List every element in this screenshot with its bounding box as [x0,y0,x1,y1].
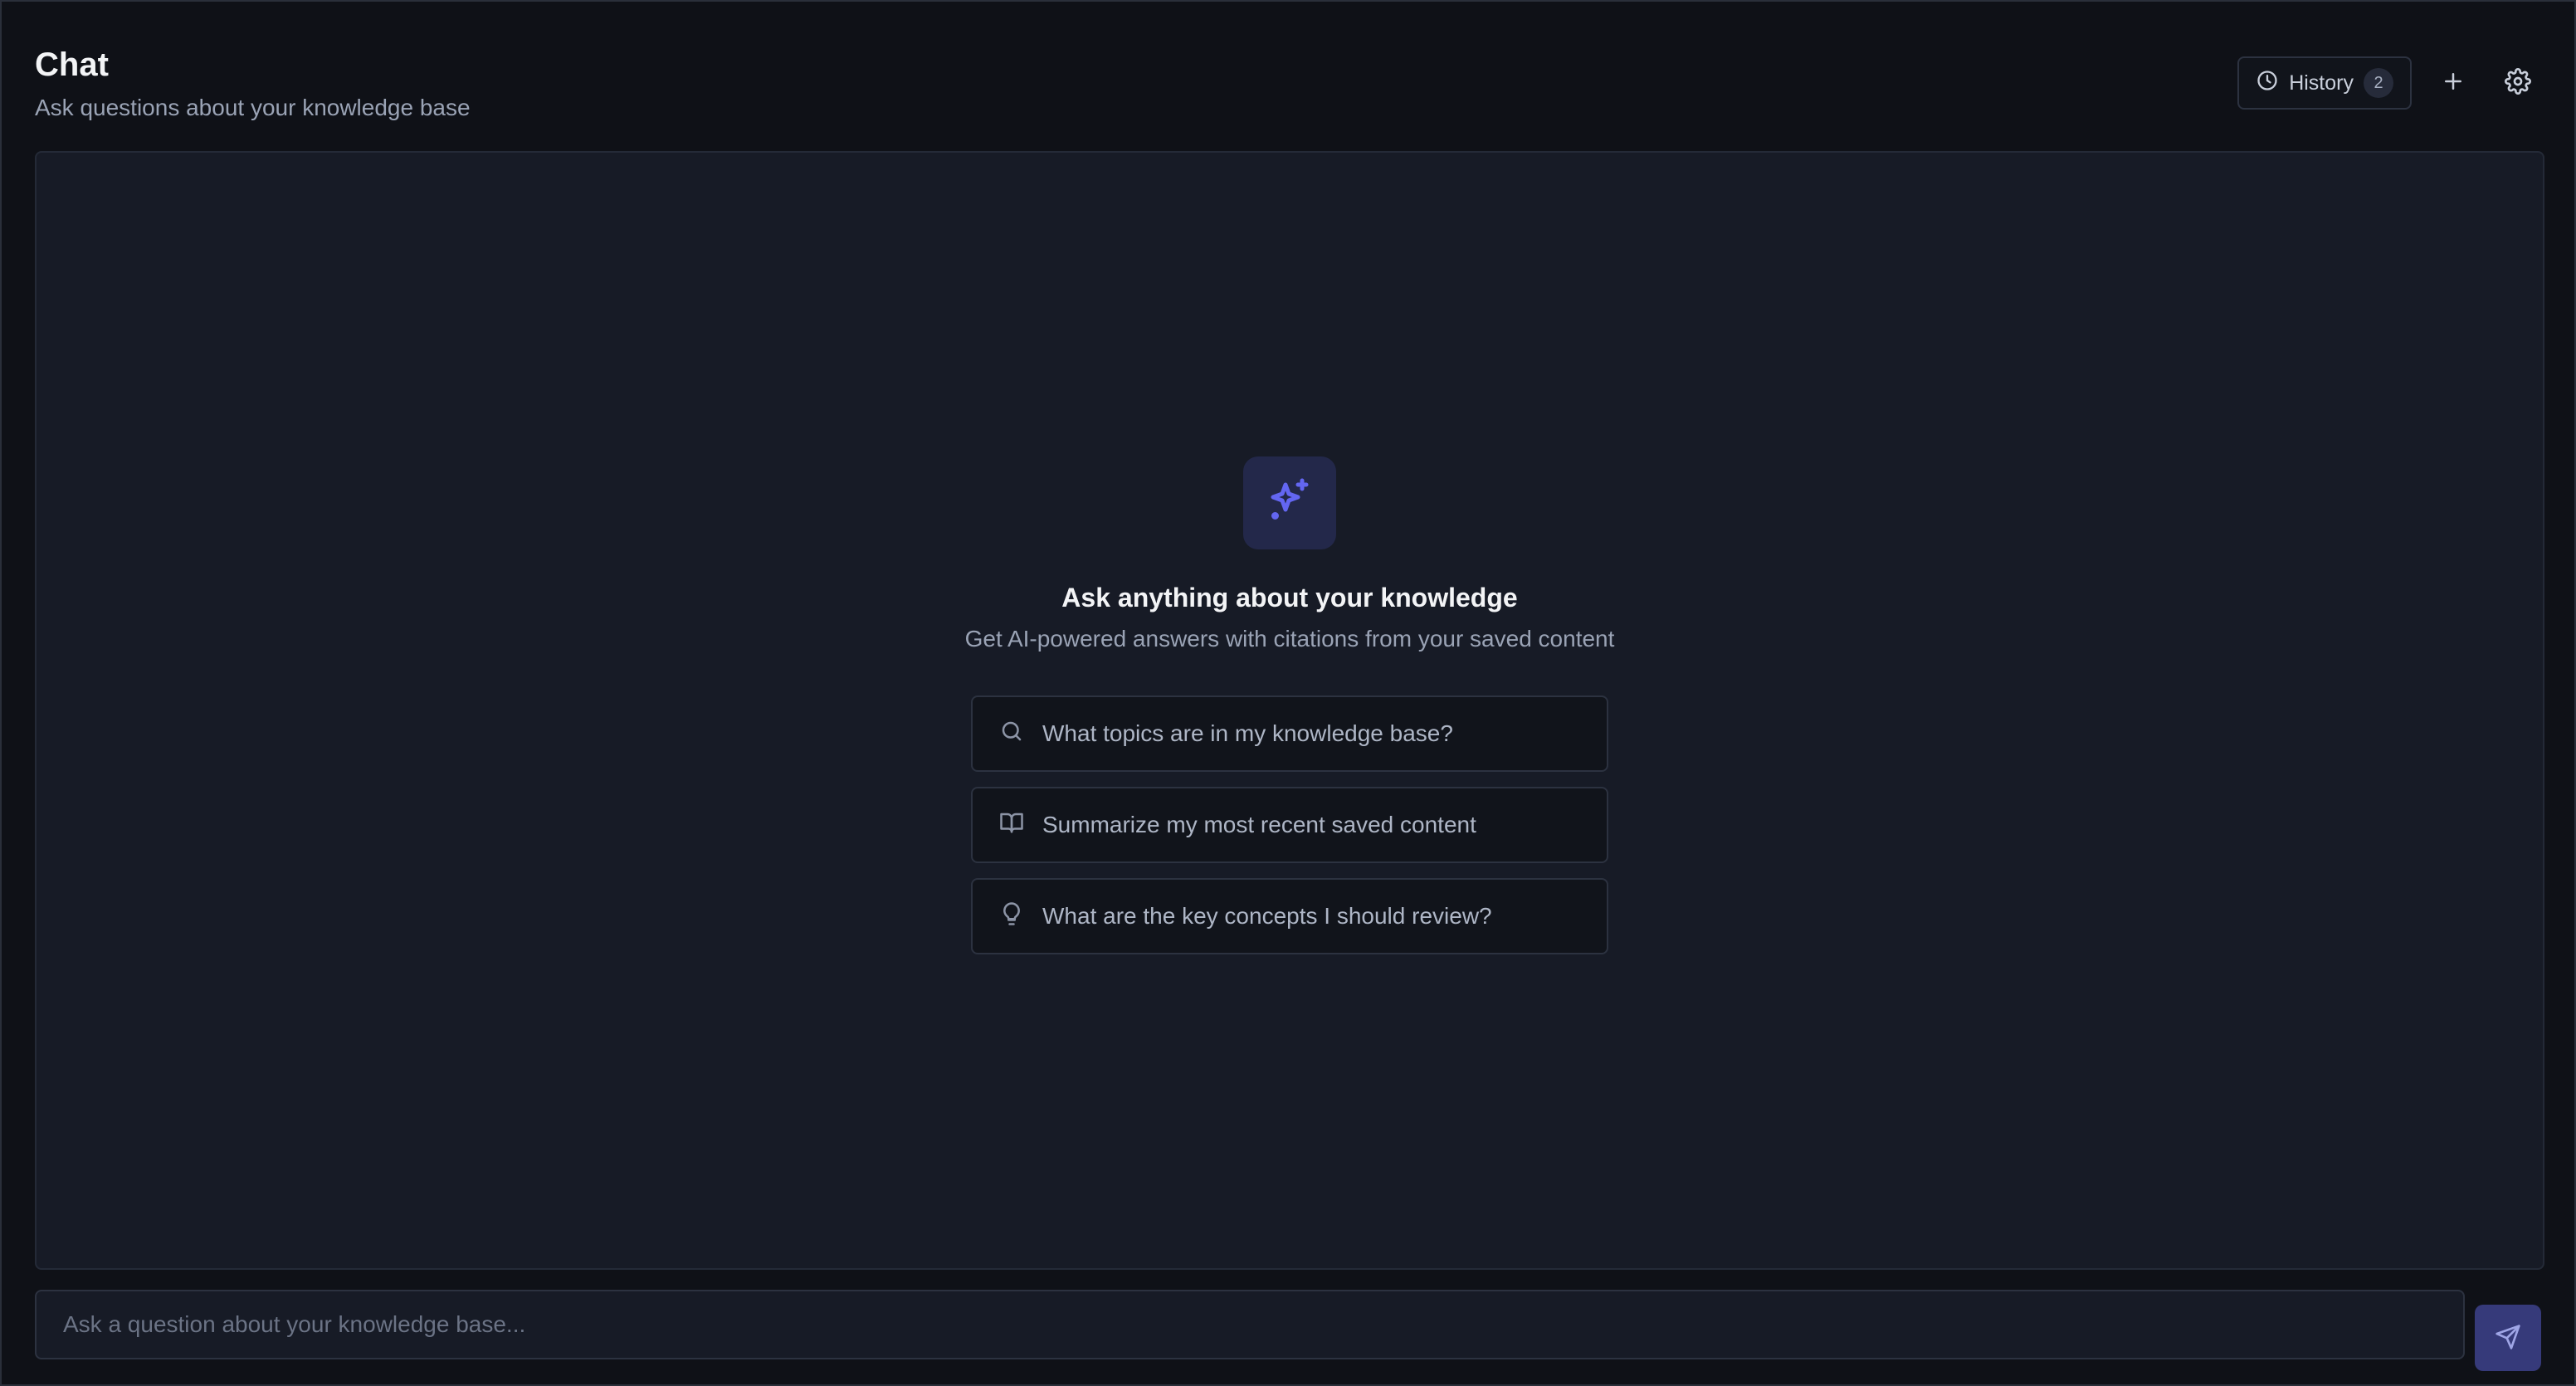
chat-messages-panel: Ask anything about your knowledge Get AI… [35,151,2544,1270]
history-button[interactable]: History 2 [2237,56,2412,110]
clock-icon [2256,69,2279,98]
suggestion-button-concepts[interactable]: What are the key concepts I should revie… [971,878,1608,954]
chat-app: Chat Ask questions about your knowledge … [0,0,2576,1386]
empty-state-subtitle: Get AI-powered answers with citations fr… [964,626,1615,652]
book-open-icon [999,810,1024,841]
send-button[interactable] [2475,1305,2541,1371]
page-subtitle: Ask questions about your knowledge base [35,95,471,120]
chat-input[interactable] [35,1290,2465,1359]
suggestion-button-summarize[interactable]: Summarize my most recent saved content [971,787,1608,863]
header-actions: History 2 [2237,56,2541,110]
search-icon [999,719,1024,749]
composer [35,1290,2541,1371]
suggestion-list: What topics are in my knowledge base? Su… [971,695,1608,954]
new-chat-button[interactable] [2430,60,2476,106]
history-count-badge: 2 [2364,68,2393,98]
settings-button[interactable] [2495,60,2541,106]
send-icon [2495,1324,2521,1353]
page-title: Chat [35,46,109,83]
lightbulb-icon [999,901,1024,932]
suggestion-button-topics[interactable]: What topics are in my knowledge base? [971,695,1608,772]
empty-state-title: Ask anything about your knowledge [1061,583,1518,612]
plus-icon [2441,69,2466,98]
page-header: Chat Ask questions about your knowledge … [35,41,2541,133]
gear-icon [2505,67,2531,99]
empty-state: Ask anything about your knowledge Get AI… [37,456,2543,954]
sparkles-badge [1243,456,1336,549]
history-label: History [2289,71,2354,95]
suggestion-label: What topics are in my knowledge base? [1042,720,1453,746]
sparkles-icon [1265,476,1315,530]
suggestion-label: Summarize my most recent saved content [1042,812,1476,837]
suggestion-label: What are the key concepts I should revie… [1042,903,1492,929]
